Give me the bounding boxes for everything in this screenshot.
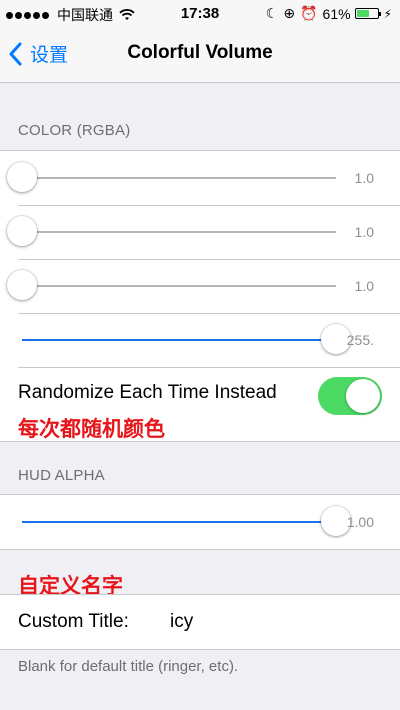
- annotation-randomize: 每次都随机颜色: [18, 418, 165, 441]
- color-group: 1.0 1.0 1.0 255. Randomize Each Time Ins…: [0, 150, 400, 442]
- rotation-lock-icon: ⊕: [283, 5, 296, 21]
- hud-alpha-slider[interactable]: [22, 506, 351, 536]
- section-header-hud: HUD ALPHA: [18, 467, 105, 484]
- slider-value: 1.0: [354, 224, 374, 240]
- alarm-icon: ⏰: [300, 5, 318, 21]
- slider-row-red: 1.0: [0, 151, 400, 205]
- slider-value: 1.0: [354, 278, 374, 294]
- slider-value: 1.0: [354, 170, 374, 186]
- custom-title-field[interactable]: icy: [170, 611, 193, 633]
- custom-title-row[interactable]: Custom Title: icy: [0, 595, 400, 649]
- red-slider[interactable]: [7, 162, 336, 192]
- moon-icon: ☾: [265, 5, 279, 21]
- slider-row-green: 1.0: [0, 205, 400, 259]
- slider-row-blue: 1.0: [0, 259, 400, 313]
- randomize-toggle[interactable]: [318, 377, 382, 415]
- slider-knob[interactable]: [7, 216, 37, 246]
- slider-knob[interactable]: [7, 162, 37, 192]
- page-title: Colorful Volume: [127, 42, 273, 63]
- battery-percent: 61%: [322, 5, 351, 22]
- charging-icon: ⚡: [383, 6, 392, 21]
- slider-value: 255.: [346, 332, 374, 348]
- slider-value: 1.00: [346, 514, 374, 530]
- slider-knob[interactable]: [7, 270, 37, 300]
- slider-row-alpha: 255.: [0, 313, 400, 367]
- alpha-slider[interactable]: [22, 324, 351, 354]
- status-icons: ☾ ⊕ ⏰ 61% ⚡: [261, 5, 392, 22]
- slider-row-hud: 1.00: [0, 495, 400, 549]
- randomize-label: Randomize Each Time Instead: [18, 382, 277, 403]
- title-group: Custom Title: icy: [0, 594, 400, 650]
- status-bar: 中国联通 17:38 ☾ ⊕ ⏰ 61% ⚡: [0, 0, 400, 26]
- navigation-bar: 设置 Colorful Volume: [0, 26, 400, 83]
- randomize-row: Randomize Each Time Instead 每次都随机颜色: [0, 367, 400, 441]
- battery-icon: [354, 8, 381, 19]
- green-slider[interactable]: [7, 216, 336, 246]
- custom-title-footer: Blank for default title (ringer, etc).: [18, 658, 239, 675]
- custom-title-label: Custom Title:: [18, 611, 129, 632]
- hud-group: 1.00: [0, 494, 400, 550]
- blue-slider[interactable]: [7, 270, 336, 300]
- section-header-color: COLOR (RGBA): [18, 122, 131, 139]
